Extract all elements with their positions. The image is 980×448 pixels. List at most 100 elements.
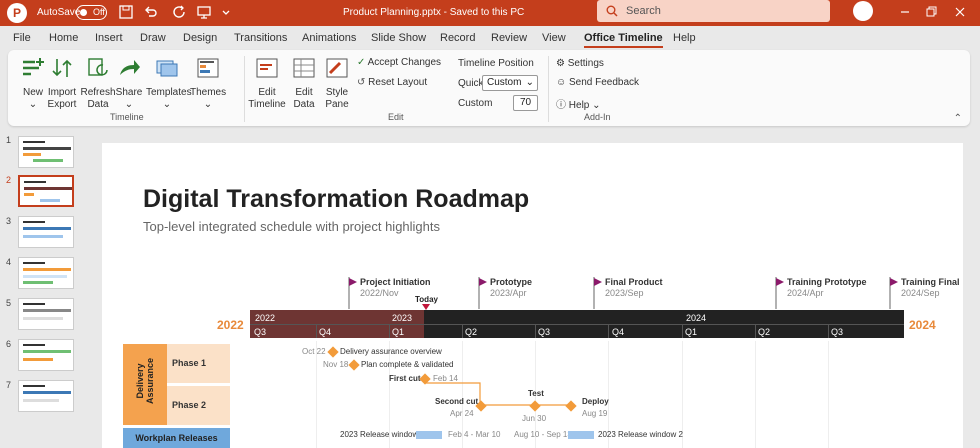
quick-position-select[interactable]: Custom ⌄ <box>482 75 538 91</box>
task-label: Delivery assurance overview <box>340 347 442 356</box>
tab-design[interactable]: Design <box>183 32 217 44</box>
flag-icon <box>593 277 602 309</box>
tab-view[interactable]: View <box>542 32 566 44</box>
tab-draw[interactable]: Draw <box>140 32 166 44</box>
grid-line <box>316 341 317 448</box>
help-icon: ⓘ <box>556 100 566 111</box>
accept-changes-button[interactable]: ✓ Accept Changes <box>357 57 441 68</box>
share-button[interactable]: Share ⌄ <box>114 56 144 111</box>
swimlane-workplan-releases[interactable]: Workplan Releases <box>123 428 230 448</box>
refresh-data-button[interactable]: Refresh Data <box>80 56 116 111</box>
tab-home[interactable]: Home <box>49 32 78 44</box>
milestone-name: Final Product <box>605 277 663 287</box>
task-marker <box>327 346 339 358</box>
redo-icon[interactable] <box>172 4 188 20</box>
slide-number: 4 <box>6 257 12 267</box>
themes-label: Themes <box>190 87 227 98</box>
tab-transitions[interactable]: Transitions <box>234 32 287 44</box>
help-button[interactable]: ⓘ Help ⌄ <box>556 96 601 111</box>
phase-1-row[interactable]: Phase 1 <box>167 344 230 383</box>
phase-label: Phase 2 <box>172 400 207 410</box>
account-avatar[interactable] <box>853 1 873 21</box>
slide-title: Digital Transformation Roadmap <box>143 185 530 213</box>
style-pane-sublabel: Pane <box>325 99 349 110</box>
divider-line <box>682 324 683 338</box>
swimlane-label: Delivery Assurance <box>135 357 155 405</box>
reset-layout-label: Reset Layout <box>368 77 428 88</box>
refresh-data-label: Data <box>87 99 109 110</box>
quarter-label: Q2 <box>758 327 771 337</box>
templates-button[interactable]: Templates ⌄ <box>146 56 192 111</box>
task-marker <box>348 359 360 371</box>
milestone-name: Prototype <box>490 277 533 287</box>
timescale-bar[interactable]: 2022 2023 2024 Q3 Q4 Q1 Q2 Q3 Q4 Q1 Q2 Q… <box>250 310 904 338</box>
tab-record[interactable]: Record <box>440 32 475 44</box>
search-box[interactable]: Search <box>597 0 830 22</box>
phase-label: Phase 1 <box>172 358 207 368</box>
settings-button[interactable]: ⚙ Settings <box>556 58 604 69</box>
slide-subtitle: Top-level integrated schedule with proje… <box>143 219 441 234</box>
flag-icon <box>348 277 357 309</box>
custom-position-value: 70 <box>519 97 532 108</box>
reset-layout-button[interactable]: ↺ Reset Layout <box>357 77 427 88</box>
present-icon[interactable] <box>196 4 212 20</box>
phase-2-row[interactable]: Phase 2 <box>167 386 230 425</box>
themes-button[interactable]: Themes ⌄ <box>190 56 226 111</box>
style-pane-button[interactable]: Style Pane <box>322 56 352 111</box>
import-export-icon <box>52 59 72 77</box>
slide-thumbnail[interactable] <box>18 216 74 248</box>
milestone-date: 2024/Sep <box>901 288 940 298</box>
swimlane-label: Workplan Releases <box>135 433 218 443</box>
save-icon[interactable] <box>118 4 134 20</box>
flag-icon <box>775 277 784 309</box>
collapse-ribbon-icon[interactable]: ⌃ <box>954 113 962 124</box>
tab-help[interactable]: Help <box>673 32 696 44</box>
quarter-label: Q3 <box>538 327 551 337</box>
slide-thumbnail-selected[interactable] <box>18 175 74 207</box>
chevron-down-icon: ⌄ <box>124 99 134 110</box>
divider-line <box>389 324 390 338</box>
release-bar <box>568 431 594 439</box>
customize-qat-icon[interactable] <box>218 4 234 20</box>
autosave-toggle[interactable]: Off <box>76 5 107 20</box>
tab-slide-show[interactable]: Slide Show <box>371 32 426 44</box>
custom-label: Custom <box>458 98 493 109</box>
restore-icon[interactable] <box>924 5 938 19</box>
search-icon <box>606 5 618 17</box>
slide-number: 3 <box>6 216 12 226</box>
smiley-icon: ☺ <box>556 77 567 88</box>
edit-data-icon <box>293 58 315 78</box>
send-feedback-button[interactable]: ☺ Send Feedback <box>556 77 639 88</box>
tab-file[interactable]: File <box>13 32 31 44</box>
import-export-button[interactable]: Import Export <box>44 56 80 111</box>
addin-group-label: Add-In <box>584 112 611 122</box>
tab-office-timeline[interactable]: Office Timeline <box>584 32 663 48</box>
custom-position-input[interactable]: 70 <box>513 95 538 111</box>
slide-thumbnail[interactable] <box>18 380 74 412</box>
release-dates: Aug 10 - Sep 13 <box>514 430 572 439</box>
divider-line <box>316 324 317 338</box>
timeline-group-label: Timeline <box>110 112 144 122</box>
slide-number: 5 <box>6 298 12 308</box>
undo-icon[interactable] <box>143 4 159 20</box>
edit-timeline-button[interactable]: Edit Timeline <box>248 56 286 111</box>
slide-thumbnail[interactable] <box>18 339 74 371</box>
tab-insert[interactable]: Insert <box>95 32 123 44</box>
title-bar: P AutoSave Off Product Planning.pptx - S… <box>0 0 980 26</box>
quick-position-value: Custom <box>487 77 522 88</box>
refresh-icon <box>88 58 108 76</box>
slide-thumbnail[interactable] <box>18 298 74 330</box>
grid-line <box>755 341 756 448</box>
close-icon[interactable] <box>953 5 967 19</box>
minimize-icon[interactable] <box>898 5 912 19</box>
release-label: 2023 Release window 1 <box>340 430 425 439</box>
edit-data-button[interactable]: Edit Data <box>290 56 318 111</box>
tab-review[interactable]: Review <box>491 32 527 44</box>
slide-thumbnail[interactable] <box>18 136 74 168</box>
divider-line <box>755 324 756 338</box>
tab-animations[interactable]: Animations <box>302 32 356 44</box>
send-feedback-label: Send Feedback <box>569 77 640 88</box>
autosave-state: Off <box>93 7 105 17</box>
slide-thumbnail[interactable] <box>18 257 74 289</box>
slide-canvas[interactable]: Digital Transformation Roadmap Top-level… <box>102 143 963 448</box>
